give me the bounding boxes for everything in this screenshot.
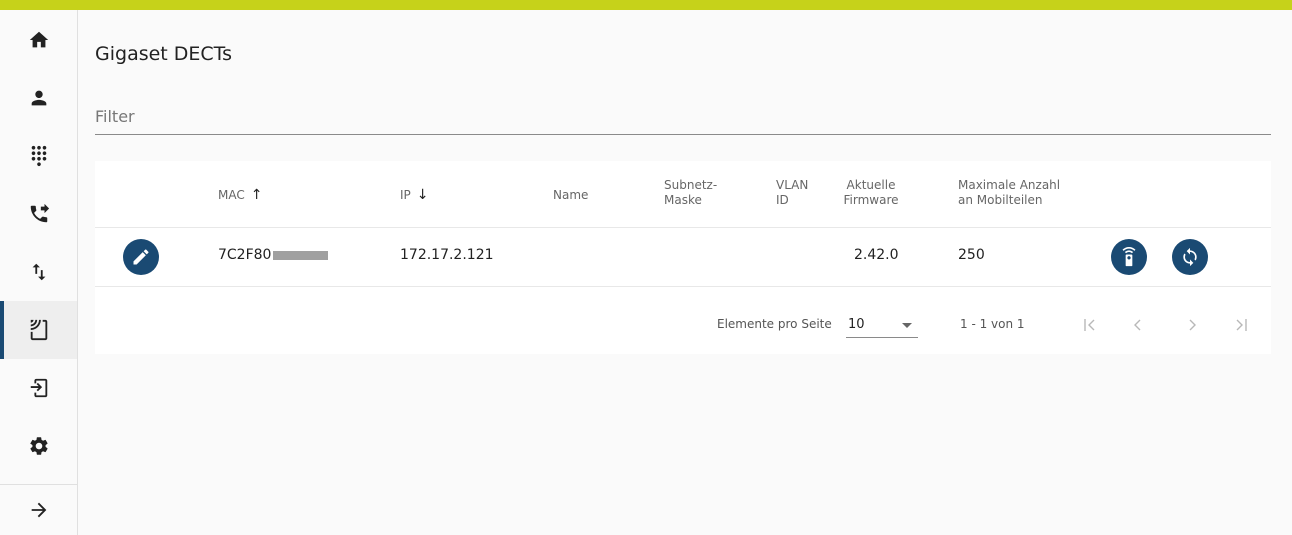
sidebar-item-call-forwarding[interactable] bbox=[0, 185, 77, 243]
top-accent-bar bbox=[0, 0, 1292, 10]
sidebar-item-transfer[interactable] bbox=[0, 243, 77, 301]
sidebar-item-devices[interactable] bbox=[0, 359, 77, 417]
filter-underline bbox=[95, 134, 1271, 135]
sidebar-item-settings[interactable] bbox=[0, 417, 77, 475]
first-page-button[interactable] bbox=[1077, 311, 1103, 339]
sync-button[interactable] bbox=[1172, 239, 1208, 275]
filter-input[interactable]: Filter bbox=[95, 107, 135, 126]
last-page-icon bbox=[1236, 319, 1247, 331]
sidebar-item-users[interactable] bbox=[0, 69, 77, 127]
cell-mac: 7C2F80 bbox=[218, 247, 329, 263]
row-separator bbox=[95, 286, 1271, 287]
dropdown-caret-icon bbox=[902, 323, 912, 328]
column-header-mac[interactable]: MAC ↑ bbox=[218, 188, 262, 203]
redacted-block bbox=[273, 250, 329, 260]
dialpad-icon bbox=[31, 145, 46, 167]
sidebar-item-home[interactable] bbox=[0, 11, 77, 69]
main-content: Gigaset DECTs Filter MAC ↑ IP ↓ Name Subne… bbox=[78, 10, 1292, 535]
next-page-button[interactable] bbox=[1179, 311, 1205, 339]
select-underline bbox=[846, 337, 918, 338]
edit-button[interactable] bbox=[123, 239, 159, 275]
items-per-page-label: Elemente pro Seite bbox=[717, 317, 832, 331]
remote-icon bbox=[1122, 247, 1136, 267]
column-header-name[interactable]: Name bbox=[553, 188, 588, 203]
last-page-button[interactable] bbox=[1228, 311, 1254, 339]
sidebar-item-dects[interactable] bbox=[0, 301, 77, 359]
column-header-ip[interactable]: IP ↓ bbox=[400, 188, 429, 203]
mac-value: 7C2F80 bbox=[218, 247, 272, 263]
remote-button[interactable] bbox=[1111, 239, 1147, 275]
column-header-max-handsets[interactable]: Maximale Anzahl an Mobilteilen bbox=[958, 178, 1060, 208]
sidebar-item-dialpad[interactable] bbox=[0, 127, 77, 185]
page-range-label: 1 - 1 von 1 bbox=[960, 317, 1025, 331]
column-header-label: IP bbox=[400, 188, 411, 202]
first-page-icon bbox=[1084, 319, 1095, 331]
pencil-icon bbox=[133, 249, 149, 265]
dects-table: MAC ↑ IP ↓ Name Subnetz- Maske VLAN ID Akt… bbox=[95, 161, 1271, 354]
arrow-right-icon bbox=[31, 502, 46, 518]
column-header-vlan[interactable]: VLAN ID bbox=[776, 178, 808, 208]
device-login-icon bbox=[30, 378, 47, 398]
cell-firmware: 2.42.0 bbox=[854, 247, 899, 263]
column-header-subnet[interactable]: Subnetz- Maske bbox=[664, 178, 717, 208]
items-per-page-value: 10 bbox=[848, 317, 865, 332]
chevron-left-icon bbox=[1134, 319, 1141, 331]
phone-forward-icon bbox=[30, 203, 49, 223]
chevron-right-icon bbox=[1189, 319, 1196, 331]
header-separator bbox=[95, 227, 1271, 228]
page-title: Gigaset DECTs bbox=[95, 43, 233, 65]
cell-ip: 172.17.2.121 bbox=[400, 247, 494, 263]
sidebar bbox=[0, 10, 78, 535]
person-icon bbox=[31, 90, 46, 106]
home-icon bbox=[29, 31, 48, 48]
swap-vert-icon bbox=[32, 263, 45, 281]
sync-icon bbox=[1183, 247, 1197, 267]
column-header-firmware[interactable]: Aktuelle Firmware bbox=[841, 178, 901, 208]
items-per-page-select[interactable]: 10 bbox=[846, 312, 918, 338]
sidebar-expand-button[interactable] bbox=[0, 485, 77, 535]
cast-icon bbox=[30, 319, 47, 341]
previous-page-button[interactable] bbox=[1125, 311, 1151, 339]
gear-icon bbox=[29, 437, 48, 455]
column-header-label: MAC bbox=[218, 188, 245, 202]
sort-descending-icon: ↓ bbox=[416, 187, 429, 203]
cell-max-handsets: 250 bbox=[958, 247, 985, 263]
sort-ascending-icon: ↑ bbox=[250, 187, 263, 203]
